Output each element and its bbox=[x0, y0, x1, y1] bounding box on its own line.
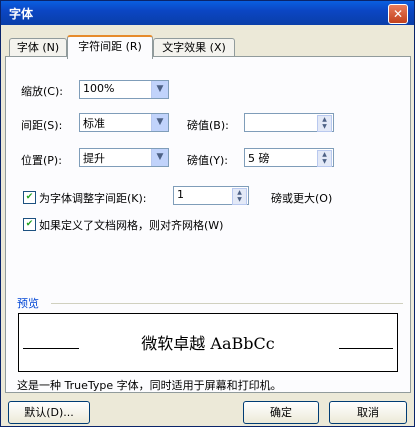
tab-character-spacing[interactable]: 字符间距 (R) bbox=[67, 35, 153, 59]
kerning-spinner[interactable]: 1 ▲ ▼ bbox=[173, 186, 249, 205]
tab-text-effects[interactable]: 文字效果 (X) bbox=[153, 38, 235, 57]
preview-section-label: 预览 bbox=[17, 297, 39, 310]
spacing-select[interactable]: 标准 ▼ bbox=[79, 113, 169, 132]
scale-value: 100% bbox=[83, 82, 115, 95]
chevron-down-icon[interactable]: ▼ bbox=[151, 114, 168, 131]
snap-grid-checkbox[interactable]: ✔ bbox=[23, 218, 36, 231]
preview-separator bbox=[51, 303, 403, 304]
chevron-down-icon[interactable]: ▼ bbox=[151, 81, 168, 98]
kerning-label: 为字体调整字间距(K): bbox=[39, 192, 147, 205]
close-icon: ✕ bbox=[392, 7, 404, 21]
scale-select[interactable]: 100% ▼ bbox=[79, 80, 169, 99]
spin-arrows-icon[interactable]: ▲ ▼ bbox=[317, 150, 332, 167]
position-label: 位置(P): bbox=[21, 154, 62, 167]
preview-sample-text: 微软卓越 AaBbCc bbox=[141, 334, 275, 353]
spin-arrows-icon[interactable]: ▲ ▼ bbox=[232, 188, 247, 205]
preview-box: 微软卓越 AaBbCc bbox=[18, 313, 398, 372]
kerning-suffix: 磅或更大(O) bbox=[271, 192, 333, 205]
dialog-title: 字体 bbox=[9, 7, 34, 21]
cancel-button[interactable]: 取消 bbox=[329, 401, 407, 424]
snap-grid-label: 如果定义了文档网格，则对齐网格(W) bbox=[39, 219, 224, 232]
spin-arrows-icon[interactable]: ▲ ▼ bbox=[317, 115, 332, 132]
spacing-by-spinner[interactable]: ▲ ▼ bbox=[244, 113, 334, 132]
default-button[interactable]: 默认(D)... bbox=[8, 401, 90, 424]
position-by-value[interactable]: 5 磅 bbox=[248, 150, 270, 166]
font-description: 这是一种 TrueType 字体，同时适用于屏幕和打印机。 bbox=[17, 379, 282, 392]
tab-font[interactable]: 字体 (N) bbox=[9, 38, 67, 57]
preview-baseline-right bbox=[339, 348, 393, 349]
check-icon: ✔ bbox=[25, 219, 34, 229]
close-button[interactable]: ✕ bbox=[388, 4, 408, 24]
position-select[interactable]: 提升 ▼ bbox=[79, 148, 169, 167]
ok-button[interactable]: 确定 bbox=[243, 401, 319, 424]
position-value: 提升 bbox=[83, 152, 105, 165]
kerning-checkbox[interactable]: ✔ bbox=[23, 191, 36, 204]
font-dialog: 字体 ✕ 字体 (N) 字符间距 (R) 文字效果 (X) 缩放(C): 100… bbox=[0, 0, 415, 427]
position-by-spinner[interactable]: 5 磅 ▲ ▼ bbox=[244, 148, 334, 167]
spacing-by-label: 磅值(B): bbox=[187, 119, 229, 132]
spacing-label: 间距(S): bbox=[21, 119, 63, 132]
check-icon: ✔ bbox=[25, 192, 34, 202]
kerning-value[interactable]: 1 bbox=[177, 188, 184, 201]
spacing-value: 标准 bbox=[83, 117, 105, 130]
scale-label: 缩放(C): bbox=[21, 85, 63, 98]
chevron-down-icon[interactable]: ▼ bbox=[151, 149, 168, 166]
title-bar[interactable]: 字体 ✕ bbox=[1, 1, 414, 25]
position-by-label: 磅值(Y): bbox=[187, 154, 229, 167]
